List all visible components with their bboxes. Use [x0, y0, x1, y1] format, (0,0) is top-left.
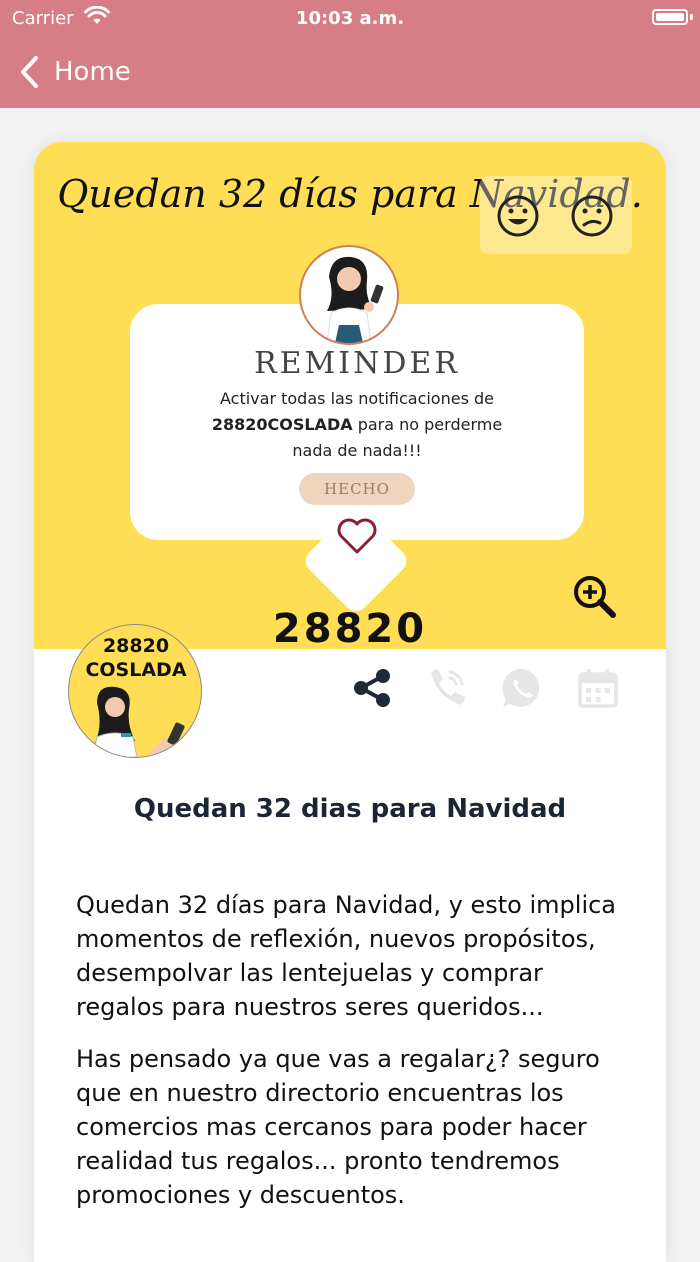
sad-face-icon[interactable]: [570, 194, 614, 238]
back-button[interactable]: Home: [18, 52, 131, 92]
phone-icon[interactable]: [424, 666, 468, 710]
hero-image[interactable]: Quedan 32 días para Navidad. REMINDER Ac…: [34, 142, 666, 649]
reminder-line-1: Activar todas las notificaciones de: [220, 389, 494, 408]
battery-tip: [690, 14, 693, 20]
calendar-icon[interactable]: [576, 666, 620, 710]
status-time: 10:03 a.m.: [295, 8, 405, 29]
reminder-line-2: 28820COSLADA para no perderme: [130, 412, 584, 438]
post-paragraph-1: Quedan 32 días para Navidad, y esto impl…: [76, 891, 617, 1021]
battery-icon: [652, 9, 688, 25]
logo-illustration: [92, 686, 189, 757]
status-bar: Carrier 10:03 a.m.: [0, 0, 700, 36]
share-icon[interactable]: [350, 666, 394, 710]
whatsapp-icon[interactable]: [500, 666, 544, 710]
reminder-line-2-rest: para no perderme: [352, 415, 503, 434]
top-bar: Carrier 10:03 a.m. Home: [0, 0, 700, 108]
avatar-illustration: [299, 245, 399, 345]
post-title: Quedan 32 dias para Navidad: [133, 794, 567, 824]
post-paragraph-2: Has pensado ya que vas a regalar¿? segur…: [76, 1045, 600, 1209]
reminder-text: Activar todas las notificaciones de 2882…: [130, 386, 584, 464]
hecho-button: HECHO: [299, 473, 415, 505]
logo-line-2: COSLADA: [85, 659, 187, 681]
profile-logo[interactable]: 28820 COSLADA: [68, 624, 202, 758]
reaction-panel: [480, 176, 632, 254]
heart-icon: [337, 518, 377, 554]
back-label: Home: [54, 57, 131, 87]
happy-face-icon[interactable]: [496, 194, 540, 238]
reminder-brand: 28820COSLADA: [211, 415, 353, 434]
reminder-title: REMINDER: [254, 346, 460, 381]
reminder-line-3: nada de nada!!!: [292, 441, 422, 460]
post-body: Quedan 32 días para Navidad, y esto impl…: [76, 888, 636, 1230]
chevron-left-icon: [21, 56, 38, 88]
logo-line-1: 28820: [102, 635, 170, 657]
